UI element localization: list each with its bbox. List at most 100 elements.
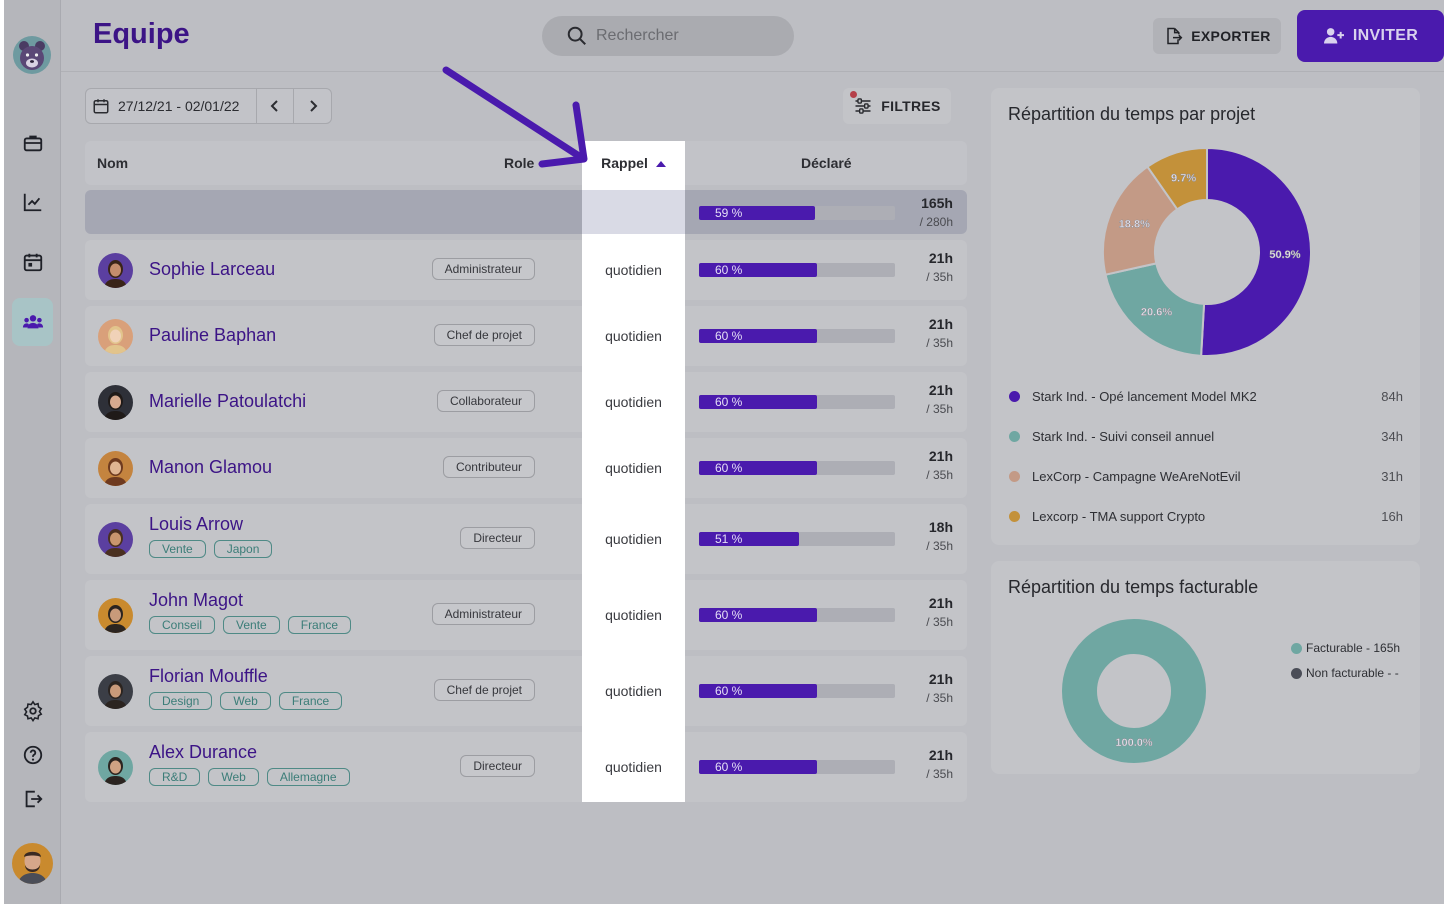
member-name[interactable]: Alex Durance [149, 742, 257, 763]
legend-value: 16h [1381, 508, 1403, 524]
team-icon [22, 315, 43, 329]
donut-slice[interactable] [1062, 619, 1206, 763]
legend-item[interactable]: Stark Ind. - Opé lancement Model MK2 84h [1009, 386, 1403, 406]
legend-value: 84h [1381, 388, 1403, 404]
legend-value: 31h [1381, 468, 1403, 484]
tag-badge[interactable]: Japon [213, 540, 273, 558]
declared-progress-bar: 60 % [699, 263, 895, 277]
hours-declared: 18h [928, 519, 953, 535]
total-hours-declared: 165h [921, 195, 953, 211]
chevron-left-icon [270, 100, 278, 112]
tag-badge[interactable]: Vente [149, 540, 206, 558]
tag-badge[interactable]: Web [220, 692, 271, 710]
reminder-cell[interactable]: quotidien [582, 394, 685, 410]
table-row[interactable]: Alex Durance R&D Web Allemagne Directeur 60 … [85, 732, 967, 802]
avatar [98, 450, 133, 486]
hours-declared: 21h [928, 448, 953, 464]
search-icon [567, 26, 586, 45]
previous-week-button[interactable] [255, 89, 294, 123]
member-name[interactable]: Marielle Patoulatchi [149, 391, 306, 412]
total-row: 59 % 165h / 280h [85, 190, 967, 234]
reminder-cell[interactable]: quotidien [582, 262, 685, 278]
legend-item[interactable]: LexCorp - Campagne WeAreNotEvil 31h [1009, 466, 1403, 486]
member-name[interactable]: Louis Arrow [149, 514, 243, 535]
reminder-cell[interactable]: quotidien [582, 460, 685, 476]
table-row[interactable]: Louis Arrow Vente Japon Directeur 51 % 18h … [85, 504, 967, 574]
hours-target: / 35h [926, 691, 953, 705]
member-tags: Conseil Vente France [149, 616, 352, 634]
person-avatar-icon [104, 528, 127, 557]
table-row[interactable]: Florian Mouffle Design Web France Chef de pr… [85, 656, 967, 726]
reminder-cell[interactable]: quotidien [582, 531, 685, 547]
tag-badge[interactable]: Design [149, 692, 213, 710]
table-row[interactable]: Manon Glamou Contributeur 60 % 21h / 35h [85, 438, 967, 498]
sidebar-item-help[interactable] [12, 734, 53, 775]
sidebar-item-calendar[interactable] [12, 241, 53, 282]
sidebar-item-team[interactable] [12, 298, 53, 346]
search-input[interactable] [596, 27, 786, 45]
project-donut-chart: 50.9% 20.6% 18.8% 9.7% [1102, 146, 1312, 357]
hours-declared: 21h [928, 382, 953, 398]
reminder-cell[interactable]: quotidien [582, 607, 685, 623]
date-range-picker: 27/12/21 - 02/01/22 [85, 88, 332, 124]
reminder-cell[interactable]: quotidien [582, 328, 685, 344]
table-row[interactable]: John Magot Conseil Vente France Administrate… [85, 580, 967, 650]
member-name[interactable]: Pauline Baphan [149, 325, 276, 346]
legend-label: Stark Ind. - Opé lancement Model MK2 [1032, 388, 1257, 404]
column-header-name[interactable]: Nom [97, 155, 128, 171]
table-row[interactable]: Pauline Baphan Chef de projet 60 % 21h / … [85, 306, 967, 366]
tag-badge[interactable]: Vente [223, 616, 280, 634]
reminder-cell[interactable]: quotidien [582, 683, 685, 699]
annotation-arrow-icon [442, 66, 588, 168]
legend-item[interactable]: Non facturable - - [1291, 666, 1399, 680]
table-row[interactable]: Marielle Patoulatchi Collaborateur 60 % 2… [85, 372, 967, 432]
add-user-icon [1323, 28, 1344, 44]
hours-target: / 35h [926, 402, 953, 416]
filters-label: FILTRES [881, 98, 941, 114]
declared-progress-fill: 51 % [699, 532, 799, 546]
tag-badge[interactable]: France [278, 692, 343, 710]
hours-declared: 21h [928, 595, 953, 611]
date-range-text: 27/12/21 - 02/01/22 [118, 98, 240, 114]
declared-progress-fill: 60 % [699, 395, 817, 409]
member-name[interactable]: Sophie Larceau [149, 259, 275, 280]
column-header-declared[interactable]: Déclaré [801, 155, 852, 171]
filters-button[interactable]: FILTRES [843, 88, 951, 124]
sidebar-item-logout[interactable] [12, 778, 53, 819]
legend-item[interactable]: Stark Ind. - Suivi conseil annuel 34h [1009, 426, 1403, 446]
user-avatar[interactable] [12, 843, 53, 884]
sidebar-item-reports[interactable] [12, 181, 53, 222]
avatar [98, 597, 133, 633]
avatar [98, 749, 133, 785]
chart-line-icon [23, 193, 41, 211]
slice-label: 18.8% [1119, 219, 1150, 231]
role-badge: Directeur [460, 755, 535, 777]
tag-badge[interactable]: Allemagne [266, 768, 350, 786]
export-button[interactable]: EXPORTER [1153, 18, 1281, 54]
table-row[interactable]: Sophie Larceau Administrateur 60 % 21h / … [85, 240, 967, 300]
tag-badge[interactable]: R&D [149, 768, 201, 786]
next-week-button[interactable] [293, 89, 331, 123]
billable-donut-chart: 100.0% [1062, 619, 1206, 763]
role-badge: Collaborateur [436, 390, 535, 412]
project-time-card: Répartition du temps par projet 50.9% 20.… [991, 88, 1420, 545]
reminder-cell[interactable]: quotidien [582, 759, 685, 775]
sidebar-item-settings[interactable] [12, 690, 53, 731]
tag-badge[interactable]: France [287, 616, 352, 634]
member-name[interactable]: Manon Glamou [149, 457, 272, 478]
legend-item[interactable]: Lexcorp - TMA support Crypto 16h [1009, 506, 1403, 526]
search-box[interactable] [542, 16, 794, 56]
invite-button[interactable]: INVITER [1297, 10, 1444, 62]
tag-badge[interactable]: Web [208, 768, 259, 786]
person-avatar-icon [104, 391, 127, 420]
tag-badge[interactable]: Conseil [149, 616, 216, 634]
app-logo[interactable] [13, 36, 51, 74]
sidebar-item-projects[interactable] [12, 122, 53, 163]
declared-progress-bar: 51 % [699, 532, 895, 546]
header: Equipe EXPORTER INVITER [61, 0, 1444, 72]
date-range-field[interactable]: 27/12/21 - 02/01/22 [86, 97, 256, 115]
member-name[interactable]: John Magot [149, 590, 243, 611]
slice-label: 9.7% [1171, 173, 1196, 185]
legend-item[interactable]: Facturable - 165h [1291, 641, 1400, 655]
member-name[interactable]: Florian Mouffle [149, 666, 268, 687]
